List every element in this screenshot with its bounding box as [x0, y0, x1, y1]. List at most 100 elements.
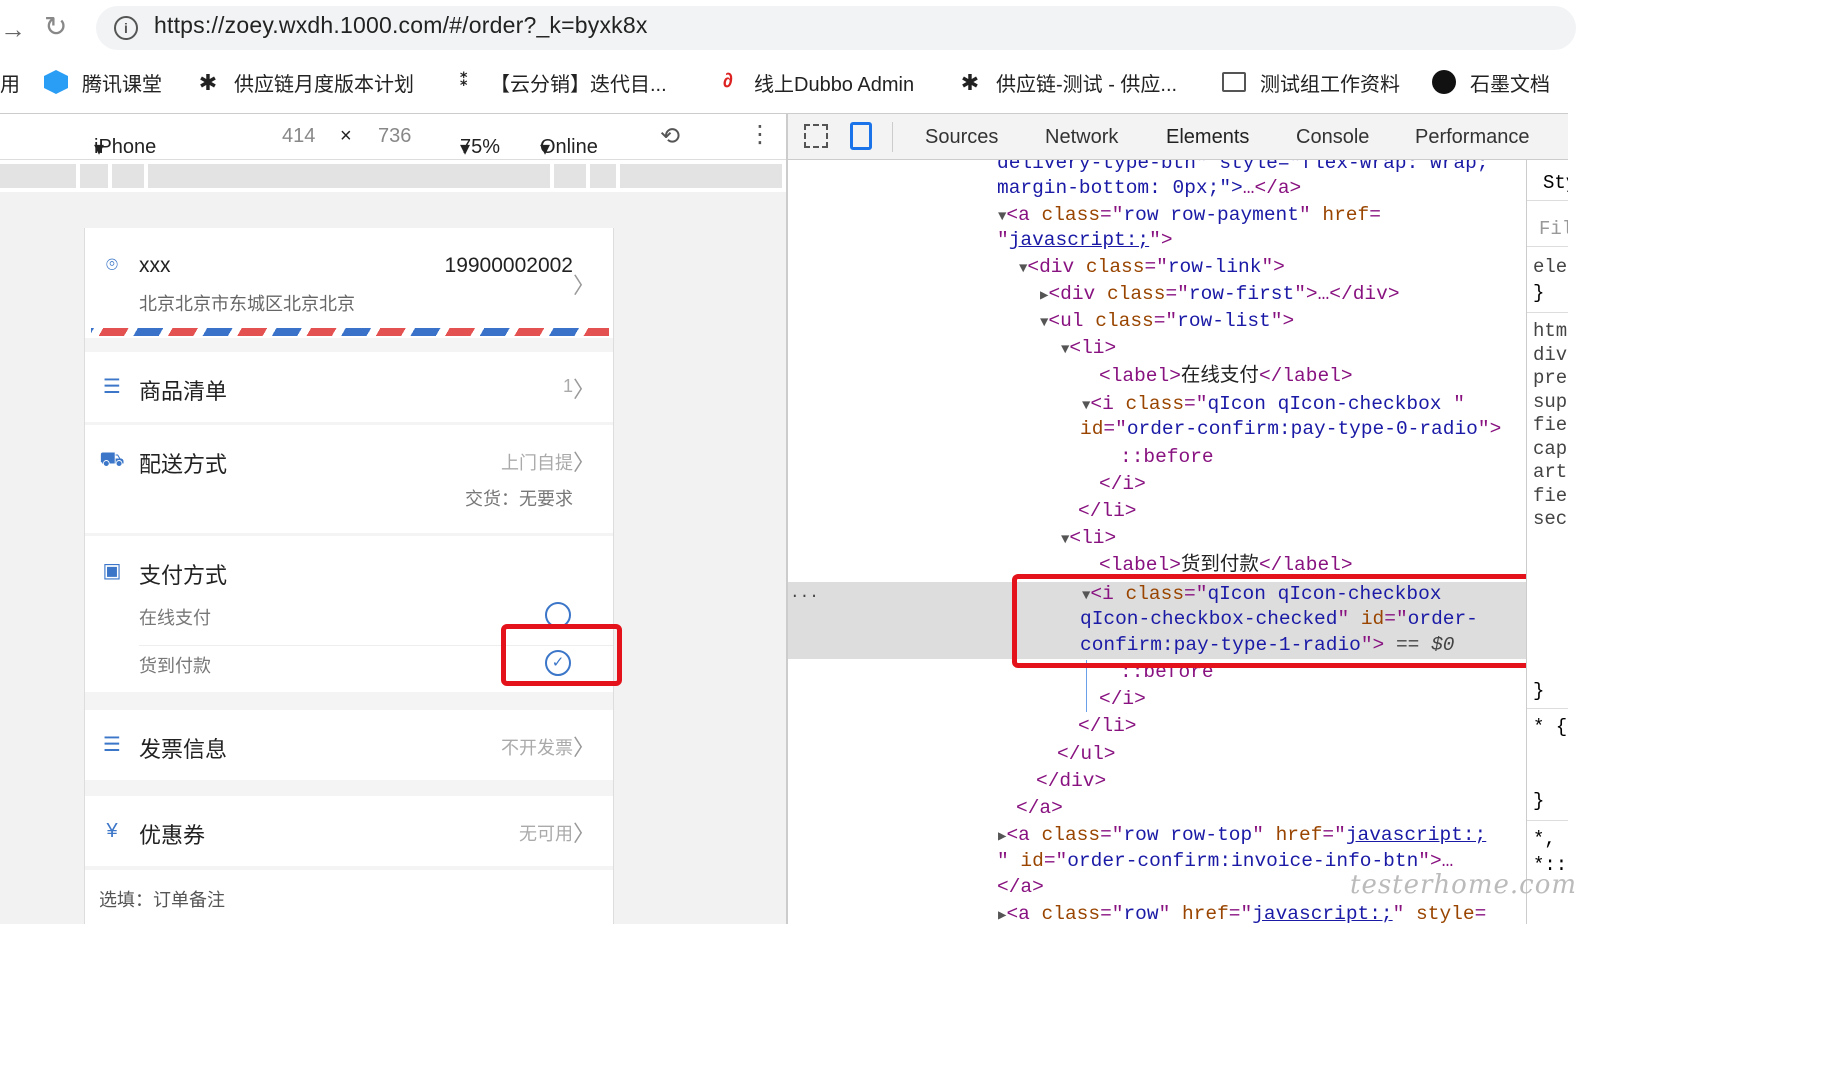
- bookmark-item[interactable]: ✱ 供应链月度版本计划: [196, 68, 414, 96]
- styles-pane: Sty Filt ele } htmdivpresupfiecapartfies…: [1526, 160, 1568, 924]
- dom-attr-value: delivery-type-btn" style="flex-wrap: wra…: [997, 160, 1489, 174]
- dom-line[interactable]: ▶<a class="row row-top" href="javascript…: [998, 822, 1486, 848]
- media-query-ruler: [0, 160, 786, 192]
- bookmark-label: 供应链-测试 - 供应...: [996, 73, 1178, 96]
- ruler-segment[interactable]: [590, 164, 616, 188]
- styles-tab[interactable]: Sty: [1543, 172, 1568, 194]
- coupon-row[interactable]: ¥ 优惠券 无可用 〉: [85, 796, 613, 866]
- dubbo-icon: ∂: [723, 70, 733, 92]
- inspect-element-icon[interactable]: [804, 124, 828, 148]
- dom-line[interactable]: </a>: [997, 874, 1044, 900]
- dom-line[interactable]: "javascript:;">: [997, 227, 1173, 253]
- invoice-row[interactable]: ☰ 发票信息 不开发票 〉: [85, 710, 613, 780]
- dom-line[interactable]: ▶<div class="row-first">…</div>: [1040, 281, 1400, 307]
- invoice-value: 不开发票: [501, 738, 573, 758]
- ruler-segment[interactable]: [554, 164, 586, 188]
- dom-attr-value: row-list: [1177, 310, 1271, 332]
- elements-panel: ... delivery-type-btn" style="flex-wrap:…: [788, 160, 1526, 924]
- dom-attr-value: order-confirm:invoice-info-btn: [1067, 850, 1419, 872]
- reload-icon[interactable]: ↻: [44, 10, 67, 43]
- invoice-title: 发票信息: [139, 737, 228, 762]
- delivery-title: 配送方式: [139, 452, 228, 477]
- dom-line[interactable]: ▼<ul class="row-list">: [1040, 308, 1294, 334]
- bookmark-item[interactable]: 用: [0, 68, 20, 96]
- dom-link[interactable]: javascript:;: [1252, 903, 1392, 924]
- payment-icon: ▣: [102, 560, 122, 582]
- coupon-title: 优惠券: [139, 823, 206, 848]
- dom-attr-value: row row-top: [1123, 824, 1253, 846]
- device-mode-icon[interactable]: [850, 122, 872, 150]
- bookmarks-bar: 用 腾讯课堂 ✱ 供应链月度版本计划 ⁑ 【云分销】迭代目... ∂ 线上Dubbo …: [0, 58, 1568, 106]
- invoice-icon: ☰: [103, 734, 121, 756]
- dom-line[interactable]: ::before: [1120, 444, 1214, 470]
- bookmark-label: 石墨文档: [1470, 73, 1550, 96]
- bookmark-item[interactable]: 测试组工作资料: [1222, 68, 1400, 96]
- tencent-class-icon: [44, 70, 68, 94]
- device-height[interactable]: 736: [378, 125, 411, 148]
- dom-line[interactable]: ▼<i class="qIcon qIcon-checkbox ": [1082, 391, 1465, 417]
- style-rule-text: ele: [1533, 256, 1568, 278]
- forward-icon[interactable]: →: [0, 14, 26, 45]
- dom-line[interactable]: </li>: [1078, 498, 1137, 524]
- style-rule-text: }: [1533, 680, 1545, 702]
- ruler-segment[interactable]: [112, 164, 144, 188]
- bookmark-item[interactable]: ∂ 线上Dubbo Admin: [716, 68, 914, 96]
- dom-pseudo: ::before: [1120, 446, 1214, 468]
- dom-line[interactable]: ▼<li>: [1061, 525, 1116, 551]
- dom-link[interactable]: javascript:;: [1009, 229, 1149, 251]
- bookmark-item[interactable]: 腾讯课堂: [44, 68, 162, 96]
- dom-line[interactable]: delivery-type-btn" style="flex-wrap: wra…: [997, 160, 1488, 176]
- dropdown-arrow-icon: ▾: [460, 138, 471, 160]
- address-card[interactable]: ⌾ xxx 19900002002 北京北京市东城区北京北京 〉: [85, 228, 613, 338]
- list-icon: ☰: [103, 376, 121, 398]
- jira-icon: ✱: [198, 70, 218, 95]
- dom-line[interactable]: ▶<a class="row" href="javascript:;" styl…: [998, 901, 1486, 924]
- tab-network[interactable]: Network: [1045, 126, 1118, 149]
- device-width[interactable]: 414: [282, 125, 315, 148]
- ruler-segment[interactable]: [0, 164, 76, 188]
- ruler-segment[interactable]: [148, 164, 550, 188]
- delivery-row[interactable]: ⛟ 配送方式 上门自提 〉 交货：无要求: [85, 425, 613, 533]
- style-selectors: htm div pre sup fie cap art fie sec: [1533, 320, 1568, 530]
- dom-line[interactable]: </li>: [1078, 713, 1137, 739]
- rotate-icon[interactable]: ⟲: [660, 122, 680, 151]
- coupon-icon: ¥: [106, 820, 118, 842]
- ruler-segment[interactable]: [620, 164, 782, 188]
- jira-icon: ✱: [960, 70, 980, 95]
- style-rule-text: }: [1533, 282, 1545, 304]
- delivery-value: 上门自提: [501, 453, 573, 473]
- dom-line[interactable]: </div>: [1036, 768, 1106, 794]
- chevron-right-icon: 〉: [572, 273, 595, 298]
- bookmark-item[interactable]: 石墨文档: [1432, 68, 1550, 96]
- bookmark-label: 用: [0, 73, 20, 96]
- dom-line[interactable]: ▼<li>: [1061, 335, 1116, 361]
- dom-line[interactable]: id="order-confirm:pay-type-0-radio">: [1080, 416, 1501, 442]
- dom-link[interactable]: javascript:;: [1346, 824, 1486, 846]
- tab-console[interactable]: Console: [1296, 126, 1369, 149]
- tab-elements[interactable]: Elements: [1166, 126, 1249, 149]
- bookmark-item[interactable]: ⁑ 【云分销】迭代目...: [452, 68, 666, 96]
- dom-line[interactable]: ▼<div class="row-link">: [1019, 254, 1285, 280]
- tab-sources[interactable]: Sources: [925, 126, 998, 149]
- styles-filter[interactable]: Filt: [1539, 218, 1568, 240]
- dom-line[interactable]: </i>: [1099, 471, 1146, 497]
- tab-performance[interactable]: Performance: [1415, 126, 1530, 149]
- bookmark-label: 供应链月度版本计划: [234, 73, 414, 96]
- dom-line[interactable]: </ul>: [1057, 741, 1116, 767]
- goods-count: 1: [562, 376, 573, 396]
- url-text[interactable]: https://zoey.wxdh.1000.com/#/order?_k=by…: [154, 12, 648, 39]
- dom-line[interactable]: </a>: [1016, 795, 1063, 821]
- dom-line[interactable]: margin-bottom: 0px;">…</a>: [997, 175, 1301, 201]
- goods-list-row[interactable]: ☰ 商品清单 1 〉: [85, 352, 613, 422]
- coupon-value: 无可用: [519, 824, 573, 844]
- dom-line[interactable]: </i>: [1099, 686, 1146, 712]
- site-info-icon[interactable]: i: [114, 16, 138, 40]
- more-options-icon[interactable]: ⋮: [748, 120, 772, 149]
- node-actions-dots[interactable]: ...: [790, 584, 819, 602]
- dropdown-arrow-icon: ▾: [94, 138, 105, 160]
- dom-line[interactable]: ▼<a class="row row-payment" href=: [998, 202, 1381, 228]
- ruler-segment[interactable]: [80, 164, 108, 188]
- dom-line[interactable]: <label>在线支付</label>: [1099, 363, 1353, 389]
- bookmark-item[interactable]: ✱ 供应链-测试 - 供应...: [958, 68, 1177, 96]
- remark-field[interactable]: 选填：订单备注: [85, 870, 613, 924]
